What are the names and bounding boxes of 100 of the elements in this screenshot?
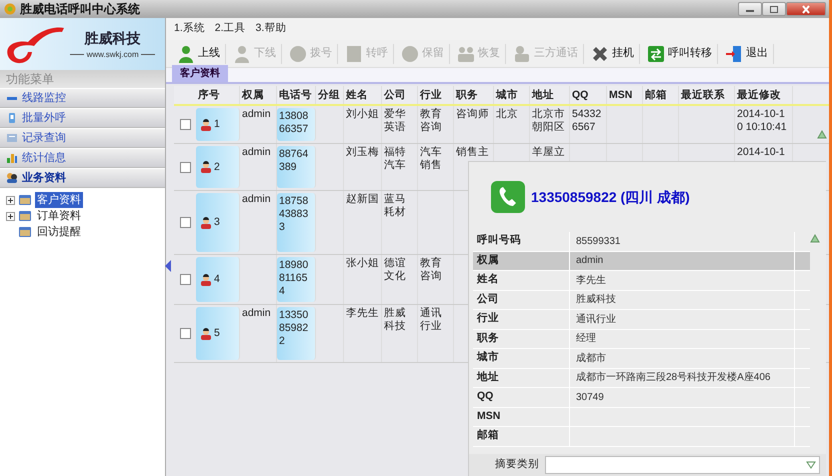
phone-cell: 1380866357 [277, 108, 316, 141]
table-cell: 教育咨询 [420, 108, 442, 133]
table-cell: admin [242, 108, 271, 120]
close-icon [801, 4, 812, 14]
column-header[interactable]: 邮箱 [645, 89, 667, 101]
collapse-arrow-icon[interactable] [165, 260, 171, 272]
field-row[interactable]: MSN [473, 408, 810, 427]
expand-icon[interactable] [6, 212, 15, 220]
table-cell: 德谊文化 [384, 257, 406, 282]
column-header[interactable]: 分组 [318, 89, 340, 101]
column-header[interactable]: 最近修改 [737, 89, 781, 101]
row-checkbox[interactable] [180, 217, 190, 228]
tree-item[interactable]: 客户资料 [35, 192, 83, 208]
column-header[interactable]: 公司 [384, 89, 406, 101]
square-icon [345, 44, 363, 62]
field-row[interactable]: QQ 30749 [473, 388, 810, 408]
tree-item[interactable]: 回访提醒 [35, 224, 83, 240]
table-cell: 胜威科技 [384, 307, 406, 332]
row-number: 1 [214, 118, 220, 131]
table-cell: 刘玉梅 [346, 146, 379, 158]
person-icon [177, 44, 195, 62]
tree-item[interactable]: 订单资料 [35, 208, 83, 224]
table-cell: 刘小姐 [346, 108, 379, 120]
menu-item[interactable]: 2.工具 [214, 21, 246, 37]
column-header[interactable]: 地址 [532, 89, 554, 101]
sidebar-item[interactable]: 业务资料 [0, 168, 165, 188]
column-header[interactable]: 最近联系 [681, 89, 725, 101]
sidebar-item[interactable]: 统计信息 [0, 148, 165, 168]
phone-icon [491, 181, 525, 213]
column-header[interactable]: QQ [572, 89, 588, 101]
person-icon [200, 274, 212, 286]
cross-icon [591, 44, 609, 62]
person-icon [233, 44, 251, 62]
people-icon [513, 44, 531, 62]
table-cell: 汽车销售 [420, 146, 442, 171]
rule-icon [70, 53, 84, 56]
column-header[interactable]: 城市 [496, 89, 518, 101]
toolbar-button[interactable]: 挂机 [586, 44, 640, 64]
phone-icon [6, 112, 18, 124]
circle-icon [401, 44, 419, 62]
field-row[interactable]: 权属 admin [473, 252, 810, 271]
two-people-icon [457, 44, 475, 62]
table-cell: 咨询师 [456, 108, 489, 120]
row-checkbox[interactable] [180, 274, 190, 285]
table-cell: admin [242, 146, 271, 158]
summary-dropdown[interactable] [545, 456, 820, 474]
expand-icon[interactable] [6, 196, 15, 204]
table-cell: 543326567 [572, 108, 602, 133]
field-row[interactable]: 城市 成都市 [473, 349, 810, 368]
folder-icon [18, 226, 32, 238]
person-icon [200, 161, 212, 173]
field-row[interactable]: 行业 通讯行业 [473, 310, 810, 330]
row-checkbox[interactable] [180, 162, 190, 172]
table-cell: 北京市朝阳区 [532, 108, 565, 133]
maximize-button[interactable] [762, 2, 786, 16]
scroll-up-icon[interactable] [817, 130, 827, 139]
tab[interactable]: 客户资料 [172, 65, 228, 82]
scroll-up-icon[interactable] [810, 234, 820, 243]
table-cell: 蓝马耗材 [384, 193, 406, 218]
row-number: 2 [214, 160, 220, 174]
row-checkbox[interactable] [180, 328, 190, 339]
app-icon [4, 3, 16, 15]
row-number: 4 [214, 273, 220, 286]
toolbar-button[interactable]: 上线 [172, 44, 226, 64]
column-header[interactable]: 序号 [198, 89, 220, 101]
users-icon [6, 172, 18, 184]
column-header[interactable]: 职务 [456, 89, 478, 101]
table-cell: 福特汽车 [384, 146, 406, 171]
close-button[interactable] [786, 2, 826, 16]
menu-item[interactable]: 1.系统 [174, 21, 205, 37]
column-header[interactable]: 行业 [420, 89, 442, 101]
table-cell: 羊屋立 [532, 146, 565, 158]
person-icon [200, 328, 212, 340]
table-cell: admin [242, 307, 271, 319]
column-header[interactable]: 电话号 [279, 89, 312, 101]
table-cell: 张小姐 [346, 257, 379, 269]
sidebar-item[interactable]: 批量外呼 [0, 108, 165, 128]
field-row[interactable]: 地址 成都市一环路南三段28号科技开发楼A座406 [473, 368, 810, 388]
toolbar-button[interactable]: 呼叫转移 [642, 44, 718, 64]
table-cell: admin [242, 193, 271, 205]
column-header[interactable]: 姓名 [346, 89, 368, 101]
field-row[interactable]: 公司 胜威科技 [473, 290, 810, 310]
transfer-icon [647, 44, 665, 62]
field-row[interactable]: 姓名 李先生 [473, 271, 810, 290]
sidebar-item[interactable]: 记录查询 [0, 128, 165, 148]
column-header[interactable]: MSN [609, 89, 632, 101]
caller-number: 13350859822 (四川 成都) [531, 188, 690, 207]
table-icon [6, 132, 18, 144]
minimize-button[interactable] [738, 2, 762, 16]
caret-icon [806, 461, 816, 469]
person-icon [200, 216, 212, 228]
window-title: 胜威电话呼叫中心系统 [20, 1, 140, 18]
row-checkbox[interactable] [180, 119, 190, 130]
sidebar-item[interactable]: 线路监控 [0, 88, 165, 108]
field-row[interactable]: 邮箱 [473, 427, 810, 446]
exit-door-icon [725, 44, 743, 62]
field-row[interactable]: 职务 经理 [473, 330, 810, 349]
toolbar-button[interactable]: 退出 [720, 44, 774, 64]
menu-item[interactable]: 3.帮助 [256, 21, 286, 37]
column-header[interactable]: 权属 [242, 89, 264, 101]
